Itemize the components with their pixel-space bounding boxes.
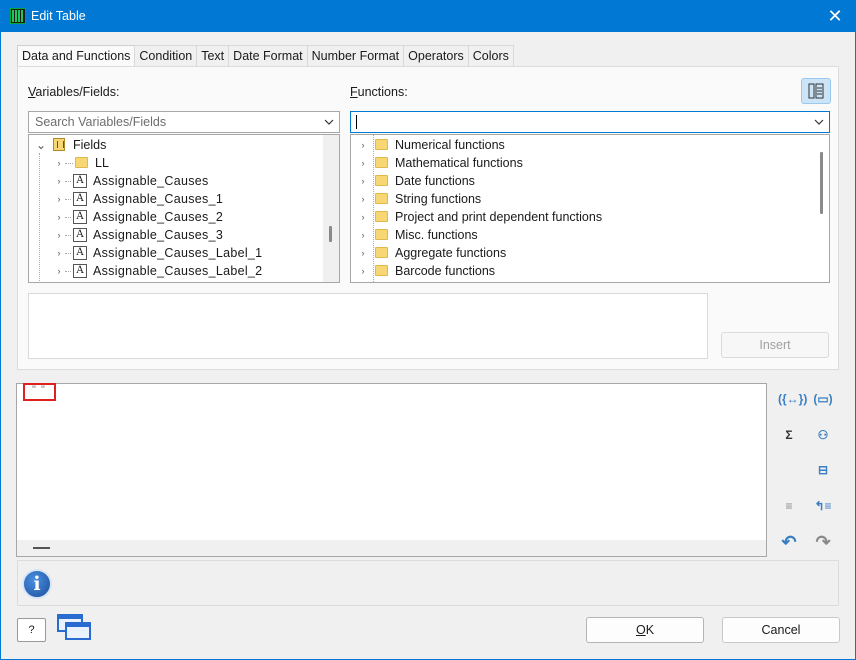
folder-icon xyxy=(75,157,88,168)
tab-text[interactable]: Text xyxy=(196,45,230,66)
folder-icon xyxy=(375,229,388,240)
title-bar: Edit Table ✕ xyxy=(1,1,855,32)
function-description-box xyxy=(28,293,708,359)
chevron-right-icon[interactable]: › xyxy=(53,262,65,280)
tree-label: Fields xyxy=(73,138,107,152)
chevron-right-icon[interactable]: › xyxy=(53,208,65,226)
chevron-right-icon[interactable]: › xyxy=(53,190,65,208)
chevron-right-icon[interactable]: › xyxy=(357,136,369,154)
close-icon[interactable]: ✕ xyxy=(823,5,847,27)
folder-icon xyxy=(375,157,388,168)
undo-icon[interactable]: ↶ xyxy=(778,532,800,552)
info-icon: i xyxy=(22,569,52,599)
editor-status-bar xyxy=(17,540,766,556)
functions-search-input[interactable] xyxy=(350,111,830,133)
windows-icon[interactable] xyxy=(57,614,93,642)
function-category-label: Project and print dependent functions xyxy=(395,210,603,224)
folder-icon xyxy=(375,193,388,204)
function-category-label: Date functions xyxy=(395,174,475,188)
chevron-right-icon[interactable]: › xyxy=(53,154,65,172)
chevron-right-icon[interactable]: › xyxy=(53,244,65,262)
tab-operators[interactable]: Operators xyxy=(403,45,469,66)
functions-list[interactable]: › Numerical functions › Mathematical fun… xyxy=(350,134,830,283)
tree-label: Assignable_Causes_Label_2 xyxy=(93,264,263,278)
function-category-label: String functions xyxy=(395,192,482,206)
tree-label: Assignable_Causes_3 xyxy=(93,228,224,242)
text-field-icon: A xyxy=(73,264,87,278)
fields-icon xyxy=(53,138,65,151)
chevron-right-icon[interactable]: › xyxy=(357,208,369,226)
minimize-icon xyxy=(33,547,50,549)
help-button[interactable]: ? xyxy=(17,618,46,642)
sum-icon[interactable]: Σ xyxy=(778,425,800,445)
insert-block-icon[interactable]: ⊟ xyxy=(812,460,834,480)
chevron-down-icon[interactable]: ⌄ xyxy=(35,136,47,154)
text-caret xyxy=(356,115,357,129)
variables-search-input[interactable]: Search Variables/Fields xyxy=(28,111,340,133)
tab-number-format[interactable]: Number Format xyxy=(306,45,405,66)
functions-scrollbar[interactable] xyxy=(813,135,829,282)
info-bar: i xyxy=(17,560,839,606)
scrollbar-thumb[interactable] xyxy=(329,226,332,242)
tree-label: LL xyxy=(95,156,109,170)
text-field-icon: A xyxy=(73,246,87,260)
folder-icon xyxy=(375,247,388,258)
expression-editor[interactable]: " " xyxy=(16,383,767,557)
redo-icon[interactable]: ↷ xyxy=(812,532,834,552)
chevron-right-icon[interactable]: › xyxy=(53,172,65,190)
tree-label: Assignable_Causes_Label_1 xyxy=(93,246,263,260)
tree-label: Assignable_Causes xyxy=(93,174,209,188)
chevron-right-icon[interactable]: › xyxy=(357,226,369,244)
insert-field-icon[interactable]: (▭) xyxy=(812,389,834,409)
insert-button[interactable]: Insert xyxy=(721,332,829,358)
variables-label: Variables/Fields: xyxy=(28,85,120,99)
app-icon xyxy=(10,8,26,24)
function-category-label: Barcode functions xyxy=(395,264,496,278)
insert-expression-icon[interactable]: ({↔}) xyxy=(778,389,807,409)
tree-label: Assignable_Causes_1 xyxy=(93,192,224,206)
text-field-icon: A xyxy=(73,192,87,206)
folder-icon xyxy=(375,265,388,276)
folder-icon xyxy=(375,211,388,222)
text-field-icon: A xyxy=(73,228,87,242)
tab-colors[interactable]: Colors xyxy=(467,45,514,66)
text-field-icon: A xyxy=(73,210,87,224)
users-icon[interactable]: ⚇ xyxy=(812,425,834,445)
format-lines-icon[interactable]: ≡ xyxy=(778,496,800,516)
function-category-label: Mathematical functions xyxy=(395,156,523,170)
tab-strip: Data and Functions Condition Text Date F… xyxy=(17,45,514,67)
function-category-label: Misc. functions xyxy=(395,228,478,242)
text-field-icon: A xyxy=(73,174,87,188)
folder-icon xyxy=(375,139,388,150)
search-placeholder: Search Variables/Fields xyxy=(35,115,167,129)
folder-icon xyxy=(375,175,388,186)
ok-button[interactable]: OK xyxy=(586,617,704,643)
chevron-right-icon[interactable]: › xyxy=(357,154,369,172)
chevron-right-icon[interactable]: › xyxy=(357,262,369,280)
variables-scrollbar[interactable] xyxy=(323,135,339,282)
chevron-right-icon[interactable]: › xyxy=(357,190,369,208)
chevron-down-icon[interactable] xyxy=(323,115,335,129)
tab-data-and-functions[interactable]: Data and Functions xyxy=(17,45,136,67)
function-category-label: Aggregate functions xyxy=(395,246,507,260)
chevron-down-icon[interactable] xyxy=(813,115,825,129)
chevron-right-icon[interactable]: › xyxy=(53,226,65,244)
tab-condition[interactable]: Condition xyxy=(134,45,198,66)
function-category-label: Numerical functions xyxy=(395,138,505,152)
tree-label: Assignable_Causes_2 xyxy=(93,210,224,224)
layout-toggle-button[interactable] xyxy=(801,78,831,104)
tab-date-format[interactable]: Date Format xyxy=(228,45,308,66)
chevron-right-icon[interactable]: › xyxy=(357,172,369,190)
wrap-lines-icon[interactable]: ↰≡ xyxy=(812,496,834,516)
chevron-right-icon[interactable]: › xyxy=(357,244,369,262)
scrollbar-thumb[interactable] xyxy=(820,152,823,214)
variables-tree[interactable]: ⌄ Fields › LL › A Assignable_Causes › A … xyxy=(28,134,340,283)
window-title: Edit Table xyxy=(31,9,86,23)
cancel-button[interactable]: Cancel xyxy=(722,617,840,643)
functions-label: Functions: xyxy=(350,85,408,99)
edit-table-dialog: Edit Table ✕ Data and Functions Conditio… xyxy=(0,0,856,660)
split-view-icon xyxy=(808,83,824,99)
expression-text: " " xyxy=(32,384,46,396)
data-and-functions-panel: Variables/Fields: Functions: Search Vari… xyxy=(17,66,839,370)
